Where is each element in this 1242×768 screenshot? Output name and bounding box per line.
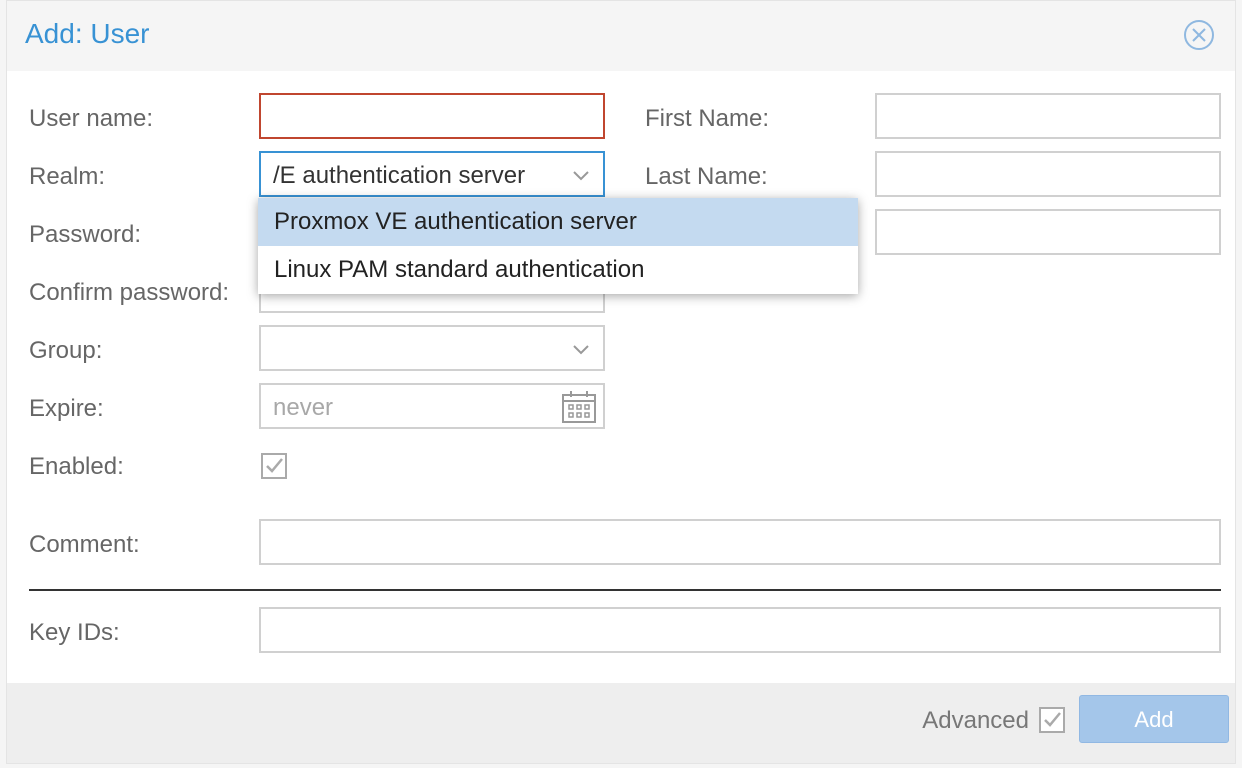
first-name-label: First Name: (645, 105, 770, 132)
expire-placeholder: never (273, 394, 334, 421)
username-label: User name: (29, 105, 154, 132)
last-name-label: Last Name: (645, 163, 768, 190)
realm-option-pve[interactable]: Proxmox VE authentication server (258, 198, 858, 246)
confirm-password-label: Confirm password: (29, 279, 230, 306)
dialog-header: Add: User (7, 1, 1235, 71)
chevron-down-icon[interactable] (571, 340, 591, 360)
chevron-down-icon[interactable] (571, 166, 591, 186)
advanced-label: Advanced (922, 707, 1029, 734)
expire-label: Expire: (29, 395, 104, 422)
dialog-footer: Advanced Add (7, 683, 1235, 763)
password-label: Password: (29, 221, 142, 248)
add-button[interactable]: Add (1079, 695, 1229, 743)
key-ids-label: Key IDs: (29, 619, 120, 646)
divider (29, 589, 1221, 591)
enabled-label: Enabled: (29, 453, 124, 480)
key-ids-input[interactable] (259, 607, 1221, 653)
calendar-icon[interactable] (561, 390, 597, 424)
last-name-input[interactable] (875, 151, 1221, 197)
expire-date-input[interactable]: never (259, 383, 605, 429)
realm-option-pam[interactable]: Linux PAM standard authentication (258, 246, 858, 294)
group-label: Group: (29, 337, 103, 364)
enabled-checkbox[interactable] (261, 453, 287, 479)
advanced-checkbox[interactable] (1039, 707, 1065, 733)
realm-dropdown-list: Proxmox VE authentication server Linux P… (258, 198, 858, 294)
dialog-title: Add: User (25, 18, 150, 49)
group-select[interactable] (259, 325, 605, 371)
add-user-dialog: Add: User User name: Realm: Password: Co… (6, 0, 1236, 764)
comment-input[interactable] (259, 519, 1221, 565)
realm-value: /E authentication server (273, 162, 526, 189)
first-name-input[interactable] (875, 93, 1221, 139)
realm-select[interactable]: /E authentication server (259, 151, 605, 197)
email-input[interactable] (875, 209, 1221, 255)
realm-label: Realm: (29, 163, 106, 190)
comment-label: Comment: (29, 531, 140, 558)
username-input[interactable] (259, 93, 605, 139)
close-icon[interactable] (1183, 19, 1215, 51)
